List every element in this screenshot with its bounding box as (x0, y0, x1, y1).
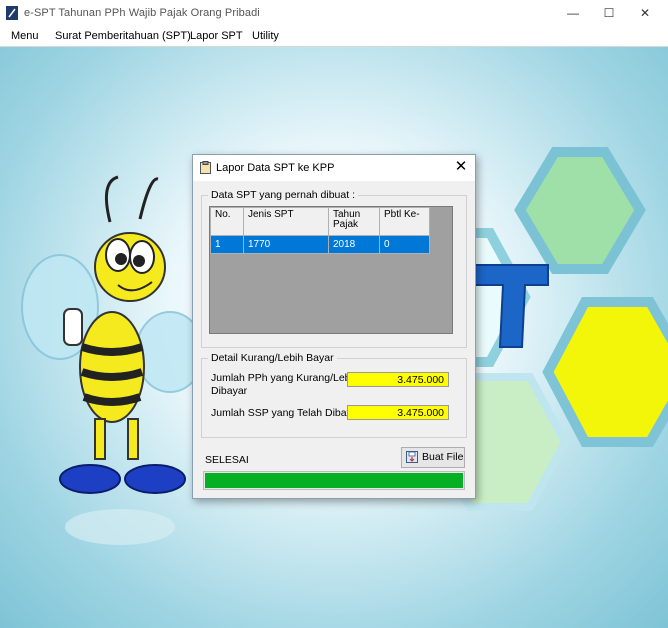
close-button[interactable]: ✕ (622, 0, 668, 26)
menu-item-spt[interactable]: Surat Pemberitahuan (SPT) (55, 30, 191, 42)
column-header-pbtl[interactable]: Pbtl Ke- (379, 207, 430, 236)
buat-file-button[interactable]: Buat File (401, 447, 465, 468)
menu-item-utility[interactable]: Utility (252, 30, 279, 42)
ssp-label: Jumlah SSP yang Telah Dibayar (211, 407, 362, 419)
menu-bar: Menu Surat Pemberitahuan (SPT) Lapor SPT… (0, 26, 668, 47)
save-file-icon (406, 451, 418, 463)
pph-label-line2: Dibayar (211, 385, 248, 397)
menu-item-menu[interactable]: Menu (11, 30, 39, 42)
column-header-jenis[interactable]: Jenis SPT (243, 207, 329, 236)
menu-item-lapor-spt[interactable]: Lapor SPT (190, 30, 243, 42)
progress-fill (205, 473, 463, 488)
column-header-no[interactable]: No. (210, 207, 244, 236)
workspace-background: Lapor Data SPT ke KPP ✕ Data SPT yang pe… (0, 47, 668, 628)
window-title: e-SPT Tahunan PPh Wajib Pajak Orang Prib… (24, 7, 260, 19)
lapor-spt-dialog: Lapor Data SPT ke KPP ✕ Data SPT yang pe… (192, 154, 476, 499)
table-row[interactable]: 1 1770 2018 0 (210, 235, 430, 254)
buat-file-label: Buat File (422, 451, 464, 463)
spt-data-grid[interactable]: No. Jenis SPT Tahun Pajak Pbtl Ke- 1 177… (209, 206, 453, 334)
dialog-title-bar: Lapor Data SPT ke KPP ✕ (193, 155, 475, 181)
dialog-title: Lapor Data SPT ke KPP (216, 162, 335, 174)
title-bar: e-SPT Tahunan PPh Wajib Pajak Orang Prib… (0, 0, 668, 26)
column-header-tahun[interactable]: Tahun Pajak (328, 207, 380, 236)
cell-pbtl: 0 (379, 235, 430, 254)
detail-group-legend: Detail Kurang/Lebih Bayar (208, 352, 337, 364)
pph-label: Jumlah PPh yang Kurang/Lebih Dibayar (211, 372, 359, 398)
table-header-row: No. Jenis SPT Tahun Pajak Pbtl Ke- (210, 207, 430, 236)
cell-tahun: 2018 (328, 235, 380, 254)
app-icon (6, 6, 18, 20)
spt-table: No. Jenis SPT Tahun Pajak Pbtl Ke- 1 177… (210, 207, 430, 254)
clipboard-icon (200, 161, 211, 174)
detail-groupbox: Detail Kurang/Lebih Bayar Jumlah PPh yan… (201, 352, 467, 438)
status-text: SELESAI (205, 454, 249, 466)
cell-no: 1 (210, 235, 244, 254)
dialog-close-button[interactable]: ✕ (451, 157, 471, 177)
ssp-amount-field[interactable]: 3.475.000 (347, 405, 449, 420)
cell-jenis: 1770 (243, 235, 329, 254)
spt-groupbox: Data SPT yang pernah dibuat : No. Jenis … (201, 189, 467, 348)
progress-bar (203, 471, 465, 490)
pph-label-line1: Jumlah PPh yang Kurang/Lebih (211, 372, 359, 384)
pph-amount-field[interactable]: 3.475.000 (347, 372, 449, 387)
spt-group-legend: Data SPT yang pernah dibuat : (208, 189, 358, 201)
